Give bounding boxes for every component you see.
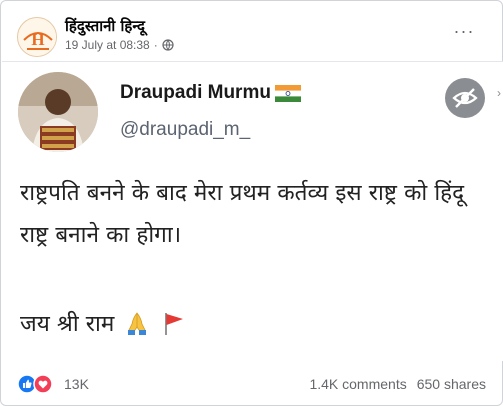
folded-hands-icon [128,311,147,335]
more-options-button[interactable]: ··· [452,19,476,43]
comments-count-link[interactable]: 1.4K comments [309,376,406,392]
tweet-slogan: जय श्री राम [20,307,186,338]
person-photo-icon [18,72,98,152]
svg-text:H: H [31,30,44,49]
globe-icon [162,39,174,51]
tweet-handle: @draupadi_m_ [120,119,251,140]
love-icon [33,374,53,394]
engagement-counts: 1.4K comments 650 shares [309,376,486,392]
post-footer: 13K 1.4K comments 650 shares [17,369,486,399]
reactions-count[interactable]: 13K [64,376,89,392]
tweet-text: राष्ट्रपति बनने के बाद मेरा प्रथम कर्तव्… [20,180,465,248]
post-card: H हिंदुस्तानी हिन्दू 19 July at 08:38 · … [0,0,503,406]
tweet-slogan-text: जय श्री राम [20,311,115,337]
india-flag-icon [274,84,301,102]
hide-image-button[interactable] [445,78,485,118]
reaction-icons[interactable] [17,374,57,394]
tweet-avatar [18,72,98,152]
page-avatar[interactable]: H [17,17,57,57]
tweet-image[interactable]: Draupadi Murmu @draupadi_m_ › राष्ट्रपति… [2,61,503,361]
tweet-display-name-text: Draupadi Murmu [120,82,271,103]
triangular-flag-icon [165,312,184,335]
post-header: H हिंदुस्तानी हिन्दू 19 July at 08:38 · … [17,13,490,57]
chevron-right-icon: › [497,86,501,100]
shares-count-link[interactable]: 650 shares [417,376,486,392]
eye-slash-icon [452,88,478,108]
tweet-display-name: Draupadi Murmu [120,82,301,104]
post-meta: 19 July at 08:38 · [65,38,174,52]
page-name[interactable]: हिंदुस्तानी हिन्दू [65,16,145,36]
post-timestamp[interactable]: 19 July at 08:38 [65,38,150,52]
meta-separator: · [153,38,158,52]
page-logo-icon: H [19,19,56,56]
